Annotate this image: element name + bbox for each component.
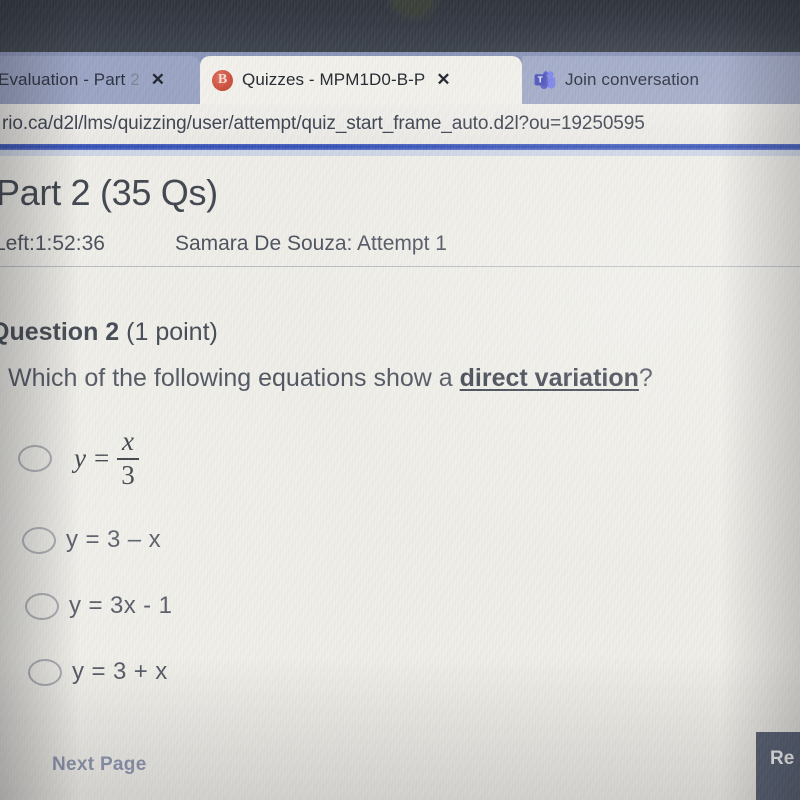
quiz-timer: Left:1:52:36	[0, 232, 105, 255]
address-bar[interactable]: rio.ca/d2l/lms/quizzing/user/attempt/qui…	[0, 104, 800, 144]
browser-tab-strip: Evaluation - Part 2 ✕ Quizzes - MPM1D0-B…	[0, 52, 800, 104]
question-number: Question 2	[0, 318, 120, 346]
radio-button[interactable]	[22, 526, 56, 554]
option-label: y = 3 – x	[66, 526, 161, 553]
tab-quizzes-mpm1d0[interactable]: Quizzes - MPM1D0-B-P ✕	[200, 56, 522, 104]
question-header: Question 2 (1 point)	[0, 318, 218, 347]
math-lhs: y	[74, 443, 86, 474]
math-fraction: x 3	[117, 426, 139, 490]
option-label: y = 3x - 1	[69, 592, 173, 619]
question-prompt-emphasis: direct variation	[459, 364, 639, 392]
brightspace-d2l-favicon-icon	[212, 69, 233, 91]
tab-title: Join conversation	[565, 70, 699, 89]
question-points: (1 point)	[126, 318, 218, 346]
option-label-math: y = x 3	[74, 426, 139, 490]
quiz-page: Part 2 (35 Qs) Left:1:52:36 Samara De So…	[0, 156, 800, 800]
next-page-link[interactable]: Next Page	[52, 754, 147, 776]
quiz-meta-row: Left:1:52:36 Samara De Souza: Attempt 1	[0, 232, 800, 256]
side-action-button[interactable]: Re	[756, 732, 800, 800]
answer-option-b[interactable]: y = 3 – x	[22, 526, 161, 554]
tab-join-conversation[interactable]: T Join conversation	[522, 56, 800, 104]
header-divider	[0, 266, 800, 267]
fraction-denominator: 3	[121, 459, 135, 490]
question-prompt-tail: ?	[638, 364, 653, 392]
laptop-screen-photo: Evaluation - Part 2 ✕ Quizzes - MPM1D0-B…	[0, 0, 800, 800]
question-prompt: Which of the following equations show a …	[8, 364, 653, 393]
radio-button[interactable]	[25, 592, 59, 620]
tab-title: Quizzes - MPM1D0-B-P	[242, 70, 426, 89]
close-icon[interactable]: ✕	[436, 70, 450, 90]
quiz-attempt-label: Samara De Souza: Attempt 1	[174, 232, 447, 255]
close-icon[interactable]: ✕	[151, 70, 165, 90]
page-title: Part 2 (35 Qs)	[0, 172, 218, 213]
answer-option-a[interactable]: y = x 3	[18, 426, 139, 490]
microsoft-teams-favicon-icon: T	[534, 70, 556, 90]
url-text: rio.ca/d2l/lms/quizzing/user/attempt/qui…	[2, 113, 645, 134]
option-label: y = 3 + x	[72, 658, 168, 685]
math-equals: =	[93, 443, 110, 474]
side-action-button-label: Re	[770, 748, 795, 769]
tab-title: Evaluation - Part 2	[0, 70, 140, 89]
webcam-icon	[392, 0, 434, 16]
radio-button[interactable]	[28, 658, 62, 686]
laptop-bezel	[0, 0, 800, 52]
radio-button[interactable]	[18, 445, 52, 473]
answer-option-d[interactable]: y = 3 + x	[28, 658, 168, 686]
tab-evaluation-part-2[interactable]: Evaluation - Part 2 ✕	[0, 56, 200, 104]
question-prompt-lead: Which of the following equations show a	[8, 364, 460, 392]
fraction-numerator: x	[121, 426, 134, 456]
answer-option-c[interactable]: y = 3x - 1	[25, 592, 172, 620]
svg-text:T: T	[538, 75, 544, 85]
